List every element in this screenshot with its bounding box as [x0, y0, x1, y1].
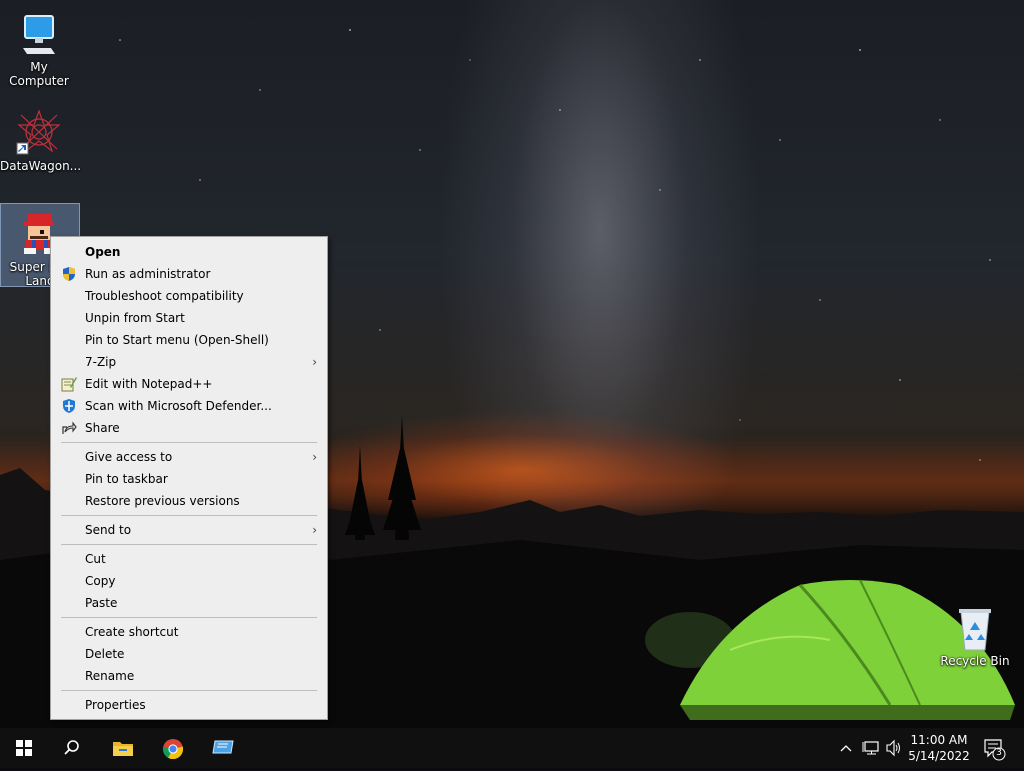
menu-item-run-as-administrator[interactable]: Run as administrator	[51, 263, 327, 285]
defender-icon	[63, 399, 75, 413]
taskbar-chrome[interactable]	[148, 728, 196, 768]
menu-separator	[61, 515, 317, 516]
share-icon	[62, 421, 77, 434]
volume-button[interactable]	[884, 728, 904, 768]
chrome-icon	[162, 739, 184, 760]
desktop-icon-my-computer[interactable]: My Computer	[0, 4, 78, 88]
menu-item-label: Open	[85, 245, 121, 259]
tree	[345, 445, 375, 540]
menu-item-label: 7-Zip	[85, 355, 117, 369]
computer-icon	[23, 15, 55, 54]
taskbar: 11:00 AM 5/14/2022 3	[0, 728, 1024, 768]
menu-separator	[61, 442, 317, 443]
menu-item-pin-to-taskbar[interactable]: Pin to taskbar	[51, 468, 327, 490]
search-button[interactable]	[48, 728, 96, 768]
menu-item-label: Rename	[85, 669, 135, 683]
submenu-arrow-icon: ›	[312, 523, 317, 537]
taskbar-clock[interactable]: 11:00 AM 5/14/2022	[906, 732, 972, 764]
recycle-bin-icon	[959, 609, 991, 651]
menu-item-label: Pin to taskbar	[85, 472, 168, 486]
menu-item-label: Cut	[85, 552, 106, 566]
menu-item-label: Properties	[85, 698, 146, 712]
menu-item-edit-with-notepad-plus-plus[interactable]: Edit with Notepad++	[51, 373, 327, 395]
clock-time: 11:00 AM	[910, 733, 968, 747]
menu-item-pin-to-start-open-shell[interactable]: Pin to Start menu (Open-Shell)	[51, 329, 327, 351]
menu-item-unpin-from-start[interactable]: Unpin from Start	[51, 307, 327, 329]
menu-item-label: Pin to Start menu (Open-Shell)	[85, 333, 269, 347]
menu-item-send-to[interactable]: Send to ›	[51, 519, 327, 541]
submenu-arrow-icon: ›	[312, 355, 317, 369]
menu-item-label: Run as administrator	[85, 267, 211, 281]
menu-item-cut[interactable]: Cut	[51, 548, 327, 570]
menu-separator	[61, 617, 317, 618]
menu-item-properties[interactable]: Properties	[51, 694, 327, 716]
desktop-icon-label: Recycle Bin	[940, 654, 1010, 668]
menu-item-label: Copy	[85, 574, 116, 588]
desktop-icon-datawagon[interactable]: DataWagon...	[0, 103, 82, 173]
menu-item-restore-previous-versions[interactable]: Restore previous versions	[51, 490, 327, 512]
search-icon	[64, 740, 79, 755]
datawagon-icon	[16, 109, 61, 155]
menu-item-label: Give access to	[85, 450, 173, 464]
file-explorer-icon	[113, 742, 133, 756]
network-button[interactable]	[861, 728, 881, 768]
network-icon	[862, 741, 879, 755]
menu-item-7-zip[interactable]: 7-Zip ›	[51, 351, 327, 373]
tree	[383, 415, 421, 540]
notification-count-badge: 3	[996, 748, 1002, 758]
windows-start-icon	[16, 740, 32, 756]
menu-item-label: Restore previous versions	[85, 494, 240, 508]
menu-item-create-shortcut[interactable]: Create shortcut	[51, 621, 327, 643]
menu-item-label: Create shortcut	[85, 625, 179, 639]
menu-item-open[interactable]: Open	[51, 241, 327, 263]
notification-center-button[interactable]: 3	[982, 728, 1008, 768]
context-menu: Open Run as administrator Troubleshoot c…	[50, 236, 328, 720]
menu-item-rename[interactable]: Rename	[51, 665, 327, 687]
notepad-plus-plus-icon	[61, 377, 77, 392]
menu-item-give-access-to[interactable]: Give access to ›	[51, 446, 327, 468]
menu-item-label: Scan with Microsoft Defender...	[85, 399, 272, 413]
chevron-up-icon	[840, 745, 852, 752]
menu-item-share[interactable]: Share	[51, 417, 327, 439]
uac-shield-icon	[63, 267, 75, 281]
taskbar-file-explorer[interactable]	[98, 728, 146, 768]
menu-item-label: Paste	[85, 596, 118, 610]
clock-date: 5/14/2022	[908, 749, 970, 763]
menu-item-label: Share	[85, 421, 120, 435]
menu-item-label: Edit with Notepad++	[85, 377, 213, 391]
desktop-icon-recycle-bin[interactable]: Recycle Bin	[936, 598, 1014, 668]
volume-icon	[886, 739, 900, 757]
menu-separator	[61, 544, 317, 545]
menu-item-troubleshoot-compatibility[interactable]: Troubleshoot compatibility	[51, 285, 327, 307]
desktop-icon-label: My Computer	[9, 60, 69, 88]
menu-item-label: Send to	[85, 523, 132, 537]
show-hidden-icons-button[interactable]	[838, 728, 854, 768]
desktop-icon-label: DataWagon...	[0, 159, 82, 173]
taskbar-remote-desktop[interactable]	[198, 728, 246, 768]
menu-item-delete[interactable]: Delete	[51, 643, 327, 665]
start-button[interactable]	[0, 728, 48, 768]
submenu-arrow-icon: ›	[312, 450, 317, 464]
menu-item-label: Delete	[85, 647, 125, 661]
remote-desktop-icon	[212, 740, 234, 754]
menu-item-copy[interactable]: Copy	[51, 570, 327, 592]
menu-item-label: Unpin from Start	[85, 311, 185, 325]
menu-item-scan-with-defender[interactable]: Scan with Microsoft Defender...	[51, 395, 327, 417]
menu-separator	[61, 690, 317, 691]
menu-item-label: Troubleshoot compatibility	[85, 289, 244, 303]
menu-item-paste[interactable]: Paste	[51, 592, 327, 614]
